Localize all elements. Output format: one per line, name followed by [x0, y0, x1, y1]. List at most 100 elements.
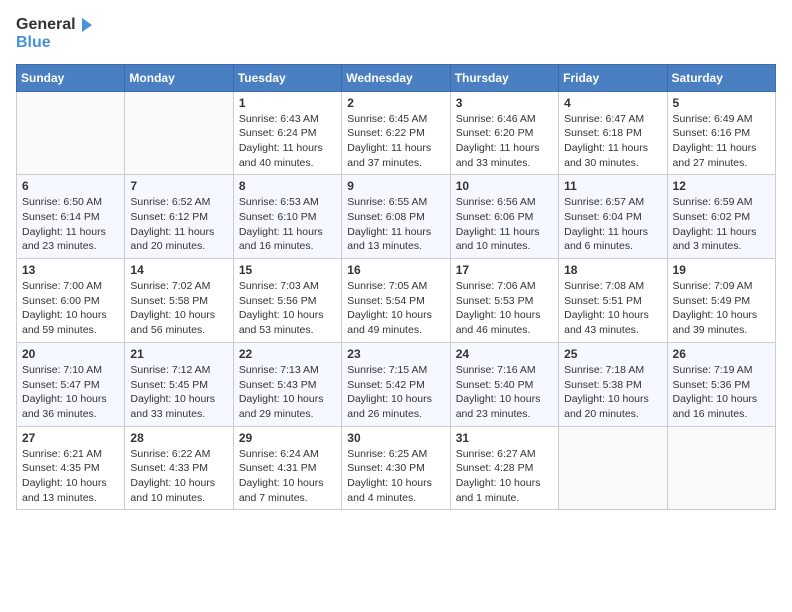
day-info: Sunrise: 6:43 AM Sunset: 6:24 PM Dayligh… [239, 112, 336, 171]
calendar-day-cell: 3 Sunrise: 6:46 AM Sunset: 6:20 PM Daylig… [450, 91, 558, 175]
calendar-day-cell [667, 426, 775, 510]
day-info: Sunrise: 7:06 AM Sunset: 5:53 PM Dayligh… [456, 279, 553, 338]
day-info: Sunrise: 7:05 AM Sunset: 5:54 PM Dayligh… [347, 279, 444, 338]
day-info: Sunrise: 6:46 AM Sunset: 6:20 PM Dayligh… [456, 112, 553, 171]
calendar-day-cell [125, 91, 233, 175]
day-info: Sunrise: 7:13 AM Sunset: 5:43 PM Dayligh… [239, 363, 336, 422]
day-of-week-header: Friday [559, 64, 667, 91]
day-number: 17 [456, 263, 553, 277]
day-number: 12 [673, 179, 770, 193]
calendar-day-cell: 5 Sunrise: 6:49 AM Sunset: 6:16 PM Daylig… [667, 91, 775, 175]
day-number: 15 [239, 263, 336, 277]
calendar-week-row: 13 Sunrise: 7:00 AM Sunset: 6:00 PM Dayli… [17, 259, 776, 343]
calendar-day-cell: 19 Sunrise: 7:09 AM Sunset: 5:49 PM Dayli… [667, 259, 775, 343]
calendar-day-cell: 18 Sunrise: 7:08 AM Sunset: 5:51 PM Dayli… [559, 259, 667, 343]
day-number: 19 [673, 263, 770, 277]
calendar-day-cell: 7 Sunrise: 6:52 AM Sunset: 6:12 PM Daylig… [125, 175, 233, 259]
day-number: 29 [239, 431, 336, 445]
day-info: Sunrise: 7:09 AM Sunset: 5:49 PM Dayligh… [673, 279, 770, 338]
day-number: 24 [456, 347, 553, 361]
day-number: 20 [22, 347, 119, 361]
calendar-week-row: 1 Sunrise: 6:43 AM Sunset: 6:24 PM Daylig… [17, 91, 776, 175]
calendar-day-cell: 29Sunrise: 6:24 AM Sunset: 4:31 PM Dayli… [233, 426, 341, 510]
calendar-day-cell: 25 Sunrise: 7:18 AM Sunset: 5:38 PM Dayli… [559, 342, 667, 426]
day-info: Sunrise: 6:22 AM Sunset: 4:33 PM Dayligh… [130, 447, 227, 506]
day-info: Sunrise: 7:03 AM Sunset: 5:56 PM Dayligh… [239, 279, 336, 338]
calendar-week-row: 20 Sunrise: 7:10 AM Sunset: 5:47 PM Dayli… [17, 342, 776, 426]
day-info: Sunrise: 6:25 AM Sunset: 4:30 PM Dayligh… [347, 447, 444, 506]
day-of-week-header: Wednesday [342, 64, 450, 91]
day-number: 9 [347, 179, 444, 193]
day-info: Sunrise: 6:49 AM Sunset: 6:16 PM Dayligh… [673, 112, 770, 171]
day-number: 11 [564, 179, 661, 193]
calendar-day-cell: 27 Sunrise: 6:21 AM Sunset: 4:35 PM Dayli… [17, 426, 125, 510]
day-number: 1 [239, 96, 336, 110]
day-info: Sunrise: 7:18 AM Sunset: 5:38 PM Dayligh… [564, 363, 661, 422]
calendar-week-row: 27 Sunrise: 6:21 AM Sunset: 4:35 PM Dayli… [17, 426, 776, 510]
calendar-day-cell: 20 Sunrise: 7:10 AM Sunset: 5:47 PM Dayli… [17, 342, 125, 426]
calendar-day-cell: 2Sunrise: 6:45 AM Sunset: 6:22 PM Daylig… [342, 91, 450, 175]
calendar-day-cell: 9 Sunrise: 6:55 AM Sunset: 6:08 PM Daylig… [342, 175, 450, 259]
calendar-day-cell: 28 Sunrise: 6:22 AM Sunset: 4:33 PM Dayli… [125, 426, 233, 510]
calendar-table: SundayMondayTuesdayWednesdayThursdayFrid… [16, 64, 776, 511]
calendar-day-cell: 17 Sunrise: 7:06 AM Sunset: 5:53 PM Dayli… [450, 259, 558, 343]
day-number: 6 [22, 179, 119, 193]
calendar-day-cell: 8Sunrise: 6:53 AM Sunset: 6:10 PM Daylig… [233, 175, 341, 259]
day-number: 5 [673, 96, 770, 110]
calendar-day-cell: 23 Sunrise: 7:15 AM Sunset: 5:42 PM Dayli… [342, 342, 450, 426]
day-info: Sunrise: 6:55 AM Sunset: 6:08 PM Dayligh… [347, 195, 444, 254]
calendar-day-cell: 21Sunrise: 7:12 AM Sunset: 5:45 PM Dayli… [125, 342, 233, 426]
day-number: 23 [347, 347, 444, 361]
day-info: Sunrise: 6:56 AM Sunset: 6:06 PM Dayligh… [456, 195, 553, 254]
calendar-day-cell [559, 426, 667, 510]
day-info: Sunrise: 6:57 AM Sunset: 6:04 PM Dayligh… [564, 195, 661, 254]
calendar-day-cell: 31Sunrise: 6:27 AM Sunset: 4:28 PM Dayli… [450, 426, 558, 510]
calendar-day-cell: 24Sunrise: 7:16 AM Sunset: 5:40 PM Dayli… [450, 342, 558, 426]
calendar-day-cell: 16 Sunrise: 7:05 AM Sunset: 5:54 PM Dayli… [342, 259, 450, 343]
day-number: 30 [347, 431, 444, 445]
day-info: Sunrise: 7:10 AM Sunset: 5:47 PM Dayligh… [22, 363, 119, 422]
logo: General Blue [16, 16, 96, 52]
day-info: Sunrise: 6:59 AM Sunset: 6:02 PM Dayligh… [673, 195, 770, 254]
day-number: 14 [130, 263, 227, 277]
day-number: 8 [239, 179, 336, 193]
day-info: Sunrise: 6:21 AM Sunset: 4:35 PM Dayligh… [22, 447, 119, 506]
calendar-day-cell: 22 Sunrise: 7:13 AM Sunset: 5:43 PM Dayli… [233, 342, 341, 426]
page-header: General Blue [16, 16, 776, 52]
day-number: 28 [130, 431, 227, 445]
day-of-week-header: Monday [125, 64, 233, 91]
calendar-day-cell: 12 Sunrise: 6:59 AM Sunset: 6:02 PM Dayli… [667, 175, 775, 259]
calendar-week-row: 6Sunrise: 6:50 AM Sunset: 6:14 PM Daylig… [17, 175, 776, 259]
day-number: 4 [564, 96, 661, 110]
logo-text-blue: Blue [16, 34, 96, 52]
day-of-week-header: Thursday [450, 64, 558, 91]
day-number: 2 [347, 96, 444, 110]
day-info: Sunrise: 7:15 AM Sunset: 5:42 PM Dayligh… [347, 363, 444, 422]
day-of-week-header: Sunday [17, 64, 125, 91]
calendar-day-cell [17, 91, 125, 175]
day-number: 25 [564, 347, 661, 361]
day-number: 16 [347, 263, 444, 277]
day-info: Sunrise: 7:08 AM Sunset: 5:51 PM Dayligh… [564, 279, 661, 338]
day-number: 22 [239, 347, 336, 361]
calendar-day-cell: 26 Sunrise: 7:19 AM Sunset: 5:36 PM Dayli… [667, 342, 775, 426]
calendar-day-cell: 6Sunrise: 6:50 AM Sunset: 6:14 PM Daylig… [17, 175, 125, 259]
day-of-week-header: Tuesday [233, 64, 341, 91]
calendar-day-cell: 4 Sunrise: 6:47 AM Sunset: 6:18 PM Daylig… [559, 91, 667, 175]
day-info: Sunrise: 7:00 AM Sunset: 6:00 PM Dayligh… [22, 279, 119, 338]
day-number: 31 [456, 431, 553, 445]
day-number: 21 [130, 347, 227, 361]
calendar-header-row: SundayMondayTuesdayWednesdayThursdayFrid… [17, 64, 776, 91]
day-number: 26 [673, 347, 770, 361]
day-number: 7 [130, 179, 227, 193]
day-info: Sunrise: 7:19 AM Sunset: 5:36 PM Dayligh… [673, 363, 770, 422]
day-number: 13 [22, 263, 119, 277]
calendar-day-cell: 11 Sunrise: 6:57 AM Sunset: 6:04 PM Dayli… [559, 175, 667, 259]
calendar-day-cell: 1 Sunrise: 6:43 AM Sunset: 6:24 PM Daylig… [233, 91, 341, 175]
day-number: 3 [456, 96, 553, 110]
logo-mark: General Blue [16, 16, 96, 52]
day-info: Sunrise: 6:47 AM Sunset: 6:18 PM Dayligh… [564, 112, 661, 171]
day-number: 18 [564, 263, 661, 277]
day-info: Sunrise: 6:52 AM Sunset: 6:12 PM Dayligh… [130, 195, 227, 254]
day-number: 27 [22, 431, 119, 445]
